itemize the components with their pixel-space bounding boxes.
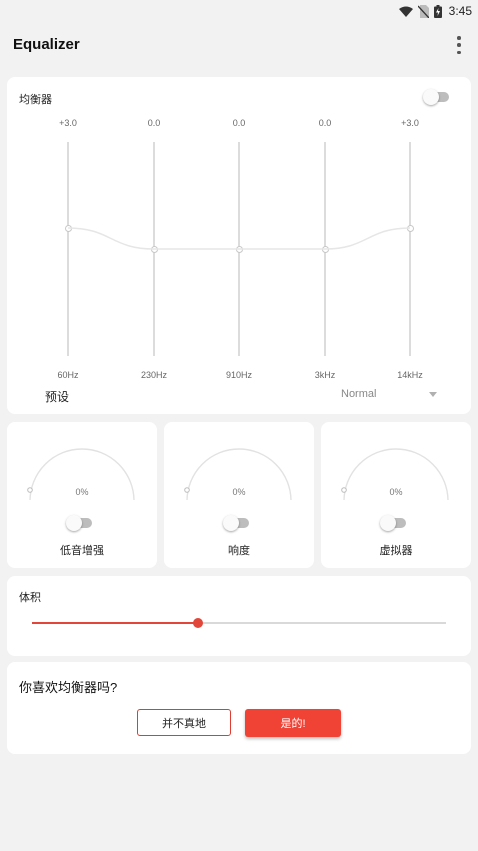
preset-label: 预设 [45,390,70,404]
virtualizer-card: 0% 虚拟器 [321,422,471,568]
band-freq-910Hz: 910Hz [225,370,252,380]
band-knob-60Hz[interactable] [64,224,72,232]
volume-label: 体积 [19,592,41,604]
app-title: Equalizer [13,36,80,53]
volume-card: 体积 [7,576,471,656]
band-value-60Hz: +3.0 [59,118,77,128]
band-knob-14kHz[interactable] [406,224,414,232]
band-value-3kHz: 0.0 [318,118,332,128]
band-freq-230Hz: 230Hz [140,370,167,380]
feedback-card: 你喜欢均衡器吗? 并不真地 是的! [7,662,471,754]
equalizer-card: 均衡器 +3.0 60Hz 0.0 230Hz 0.0 910Hz 0.0 3kHz +3.0 1… [7,77,471,414]
volume-slider[interactable] [32,618,446,628]
bass-boost-label: 低音增强 [60,545,104,557]
band-knob-230Hz[interactable] [150,245,158,253]
preset-dropdown[interactable]: Normal [341,383,437,405]
band-knob-910Hz[interactable] [235,245,243,253]
volume-slider-fill [32,622,198,624]
loudness-percent: 0% [232,487,246,497]
virtualizer-percent: 0% [389,487,403,497]
yes-button[interactable]: 是的! [245,709,341,737]
virtualizer-label: 虚拟器 [379,545,413,557]
band-freq-14kHz: 14kHz [397,370,423,380]
preset-value: Normal [341,388,377,400]
status-bar: 3:45 [0,0,478,22]
band-value-230Hz: 0.0 [147,118,161,128]
loudness-toggle[interactable] [223,515,251,531]
band-freq-3kHz: 3kHz [314,370,336,380]
volume-slider-thumb[interactable] [193,618,203,628]
band-slider-60Hz[interactable] [67,142,69,356]
band-slider-14kHz[interactable] [409,142,411,356]
feedback-question: 你喜欢均衡器吗? [19,680,118,695]
equalizer-toggle[interactable] [423,89,451,105]
band-value-910Hz: 0.0 [232,118,246,128]
bass-boost-toggle[interactable] [66,515,94,531]
band-knob-3kHz[interactable] [321,245,329,253]
equalizer-label: 均衡器 [19,94,52,106]
dropdown-arrow-icon [429,392,437,397]
loudness-card: 0% 响度 [164,422,314,568]
band-value-14kHz: +3.0 [401,118,419,128]
band-freq-60Hz: 60Hz [57,370,79,380]
bass-boost-card: 0% 低音增强 [7,422,157,568]
app-bar: Equalizer [0,22,478,68]
overflow-menu-icon[interactable] [454,36,464,54]
virtualizer-toggle[interactable] [380,515,408,531]
bass-boost-percent: 0% [75,487,89,497]
no-sim-icon [417,4,429,18]
battery-charging-icon [433,4,442,18]
status-time: 3:45 [448,4,472,18]
not-really-button[interactable]: 并不真地 [137,709,231,736]
wifi-icon [398,6,413,17]
loudness-label: 响度 [228,545,250,557]
